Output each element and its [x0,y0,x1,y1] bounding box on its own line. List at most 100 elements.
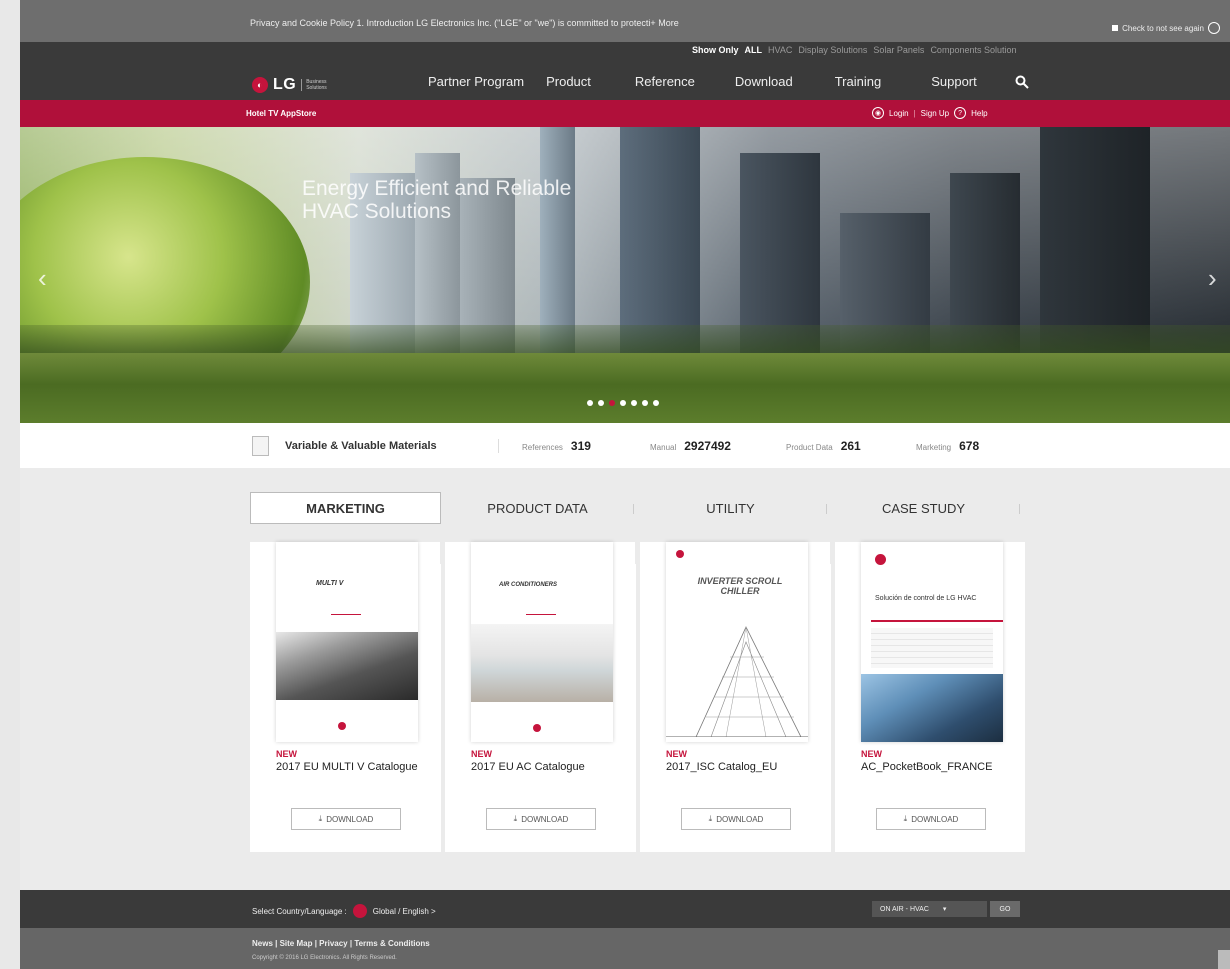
download-label: DOWNLOAD [521,814,569,824]
catalogue-title[interactable]: 2017_ISC Catalog_EU [666,761,816,774]
footer-links[interactable]: News | Site Map | Privacy | Terms & Cond… [252,939,430,948]
cover-title: INVERTER SCROLL CHILLER [697,576,783,596]
catalogue-cover[interactable]: MULTI V [276,542,418,742]
download-icon: ⤓ [513,814,518,823]
cover-table [871,628,993,668]
catalogue-cover[interactable]: AIR CONDITIONERS [471,542,613,742]
chevron-left-icon[interactable]: ‹ [38,263,47,294]
download-button[interactable]: ⤓ DOWNLOAD [876,808,986,830]
download-button[interactable]: ⤓ DOWNLOAD [486,808,596,830]
checkbox-icon[interactable] [1112,25,1119,31]
category-tabs: MARKETING PRODUCT DATA UTILITY CASE STUD… [250,492,1020,524]
download-icon: ⤓ [708,814,713,823]
stat-label: Product Data [786,443,833,452]
cover-title: Solución de control de LG HVAC [875,595,977,602]
new-badge: NEW [666,749,687,759]
document-icon [252,436,269,456]
stat-label: Marketing [916,443,952,452]
new-badge: NEW [861,749,882,759]
carousel-dot-active[interactable] [609,400,615,406]
filter-all[interactable]: ALL [745,45,763,55]
globe-icon [352,904,367,918]
hotel-tv-appstore-link[interactable]: Hotel TV AppStore [246,109,316,118]
lg-logo-icon [338,722,346,730]
filter-hvac[interactable]: HVAC [768,45,792,55]
stat-value: 2927492 [684,439,731,453]
cookie-checkbox-label: Check to not see again [1122,23,1204,33]
stat-marketing[interactable]: Marketing 678 [916,439,979,453]
login-link[interactable]: Login [889,109,909,118]
filter-components-solution[interactable]: Components Solution [930,45,1016,55]
carousel-dot[interactable] [598,400,604,406]
country-language-selector[interactable]: Select Country/Language : Global / Engli… [252,904,436,918]
download-label: DOWNLOAD [911,814,959,824]
cover-photo [861,674,1003,742]
hero-title: Energy Efficient and Reliable HVAC Solut… [302,177,572,223]
cover-photo [276,632,418,700]
carousel-dot[interactable] [631,400,637,406]
catalogue-cover[interactable]: INVERTER SCROLL CHILLER [666,542,808,742]
tab-label: UTILITY [706,500,755,516]
stat-manual[interactable]: Manual 2927492 [650,439,731,453]
cover-red-line [871,620,1003,622]
materials-stats-bar: Variable & Valuable Materials References… [20,423,1230,468]
chevron-right-icon[interactable]: › [1208,263,1217,294]
language-value[interactable]: Global / English > [373,907,436,916]
chevron-down-icon: ▾ [942,906,947,913]
carousel-dot[interactable] [620,400,626,406]
scroll-to-top-button[interactable] [1218,950,1230,969]
logo-brand: LG [273,76,297,93]
carousel-dot[interactable] [642,400,648,406]
nav-product[interactable]: Product [546,74,591,89]
catalogue-title[interactable]: AC_PocketBook_FRANCE [861,761,1011,774]
catalogue-card: MULTI V NEW 2017 EU MULTI V Catalogue ⤓ … [250,542,440,852]
cookie-policy-link[interactable]: Privacy and Cookie Policy 1. Introductio… [250,18,679,28]
nav-training[interactable]: Training [835,74,881,89]
catalogue-title[interactable]: 2017 EU AC Catalogue [471,761,621,774]
tab-utility[interactable]: UTILITY [634,492,827,524]
download-button[interactable]: ⤓ DOWNLOAD [291,808,401,830]
signup-link[interactable]: Sign Up [921,109,949,118]
download-label: DOWNLOAD [716,814,764,824]
download-button[interactable]: ⤓ DOWNLOAD [681,808,791,830]
stat-value: 261 [840,439,861,453]
lg-logo-icon: ◐ [252,77,268,93]
tab-marketing[interactable]: MARKETING [250,492,441,524]
nav-reference[interactable]: Reference [635,74,695,89]
stat-product-data[interactable]: Product Data 261 [786,439,861,453]
lg-logo-icon [676,550,684,558]
go-button[interactable]: GO [990,901,1020,917]
logo-subtitle: Business Solutions [301,79,327,91]
on-air-select[interactable]: ON AIR - HVAC ▾ [872,901,987,917]
help-icon: ? [954,107,967,119]
lg-logo[interactable]: ◐ LG Business Solutions [252,76,327,94]
stat-references[interactable]: References 319 [522,439,591,453]
select-country-label: Select Country/Language : [252,906,347,916]
cookie-dismiss[interactable]: Check to not see again [1112,22,1220,34]
show-only-filter: Show Only ALL HVAC Display Solutions Sol… [692,45,1017,55]
cover-building-sketch [666,626,808,737]
divider [498,439,499,453]
tab-label: CASE STUDY [881,500,966,516]
cover-red-line [331,614,361,615]
footer-bottom: News | Site Map | Privacy | Terms & Cond… [20,928,1230,969]
help-link[interactable]: Help [971,109,987,118]
filter-solar-panels[interactable]: Solar Panels [873,45,924,55]
sub-bar: Hotel TV AppStore ◉ Login | Sign Up ? He… [20,100,1230,127]
carousel-dot[interactable] [587,400,593,406]
nav-download[interactable]: Download [735,74,793,89]
stat-label: Manual [650,443,677,452]
materials-title: Variable & Valuable Materials [285,440,437,452]
search-icon[interactable] [1015,75,1029,89]
catalogue-cover[interactable]: Solución de control de LG HVAC [861,542,1003,742]
filter-display-solutions[interactable]: Display Solutions [798,45,867,55]
close-icon[interactable] [1208,22,1220,34]
carousel-dot[interactable] [653,400,659,406]
cover-red-line [526,614,556,615]
catalogue-title[interactable]: 2017 EU MULTI V Catalogue [276,761,426,774]
hero-lawn [20,353,1230,423]
nav-partner-program[interactable]: Partner Program [428,74,524,89]
nav-support[interactable]: Support [931,74,977,89]
tab-case-study[interactable]: CASE STUDY [827,492,1020,524]
tab-product-data[interactable]: PRODUCT DATA [441,492,634,524]
